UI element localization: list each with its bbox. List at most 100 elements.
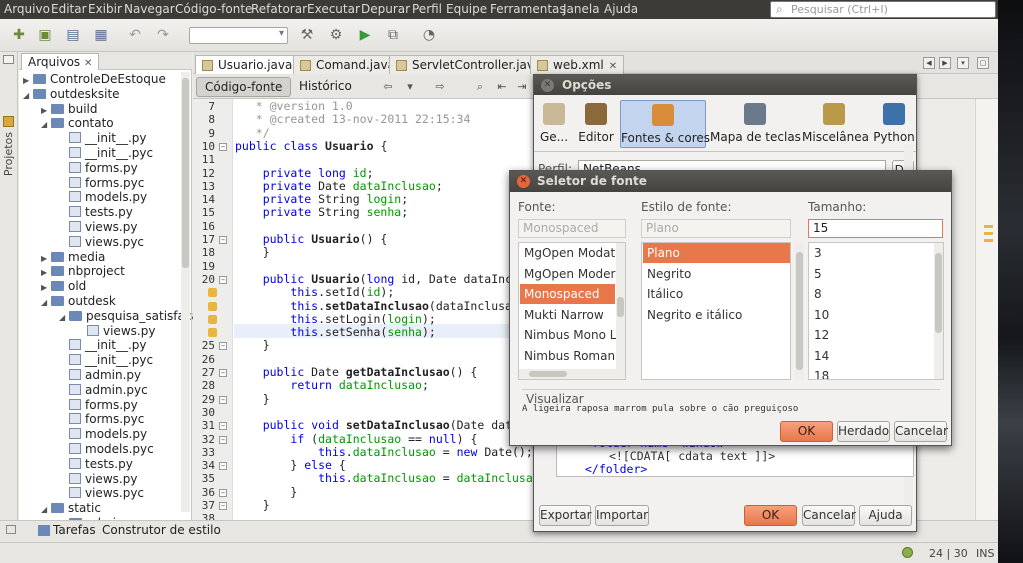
size-list-item[interactable]: 10 (810, 305, 930, 325)
tree-file[interactable]: admin.py (59, 368, 141, 383)
undo-icon[interactable]: ↶ (126, 26, 144, 44)
run-icon[interactable]: ▶ (356, 26, 374, 44)
configuration-combo[interactable] (189, 27, 288, 44)
fold-icon[interactable]: − (219, 369, 227, 377)
menu-1[interactable]: Editar (51, 2, 87, 16)
collapsed-icon[interactable]: ▶ (41, 251, 51, 266)
tree-folder[interactable]: ◢ contato (41, 116, 114, 131)
warning-icon[interactable] (208, 288, 217, 298)
dropdown-icon[interactable]: ▾ (401, 78, 419, 96)
open-project-icon[interactable]: ▤ (64, 26, 82, 44)
font-list-item[interactable]: Monospaced (520, 284, 615, 304)
show-opened-icon[interactable]: ▾ (957, 57, 969, 69)
tree-file[interactable]: models.py (59, 427, 147, 442)
tree-folder[interactable]: ◢ static (41, 501, 101, 516)
forward-icon[interactable]: ⇨ (431, 78, 449, 96)
code-editor[interactable]: 7 8 9 10−11 12 13 14 15 16 17−18 19 20−25−26 27−28 29… (193, 99, 547, 525)
profile-icon[interactable]: ◔ (420, 26, 438, 44)
save-all-icon[interactable]: ▦ (92, 26, 110, 44)
inherit-button[interactable]: Herdado (837, 421, 890, 442)
tree-file[interactable]: __init__.py (59, 131, 147, 146)
font-list-item[interactable]: MgOpen Moderna (520, 264, 625, 284)
tree-file[interactable]: __init__.pyc (59, 146, 153, 161)
expanded-icon[interactable]: ◢ (41, 117, 51, 132)
options-category[interactable]: Fontes & cores (620, 100, 710, 148)
cancel-button[interactable]: Cancelar (802, 505, 856, 526)
tree-file[interactable]: admin.pyc (59, 383, 148, 398)
error-stripe-mark[interactable] (984, 232, 993, 235)
export-button[interactable]: Exportar (539, 505, 592, 526)
clean-build-icon[interactable]: ⚙ (327, 26, 345, 44)
style-list-item[interactable]: Itálico (643, 284, 790, 304)
maximize-icon[interactable]: ▢ (977, 57, 989, 69)
tab-history[interactable]: Histórico (291, 77, 360, 97)
expanded-icon[interactable]: ◢ (41, 502, 51, 517)
menu-12[interactable]: Ajuda (604, 2, 638, 16)
size-input[interactable]: 15 (808, 219, 943, 238)
fold-icon[interactable]: − (219, 395, 227, 404)
tree-file[interactable]: forms.py (59, 161, 138, 176)
tab-files[interactable]: Arquivos ✕ (21, 53, 100, 70)
tree-file[interactable]: tests.py (59, 205, 133, 220)
size-list-item[interactable]: 12 (810, 325, 930, 345)
font-list[interactable]: Nimbus Roman No9 LNimbus Mono LMukti Nar… (518, 242, 626, 380)
font-list-item[interactable]: MgOpen Modata (520, 243, 623, 263)
error-stripe-mark[interactable] (984, 225, 993, 228)
options-category[interactable]: Python (872, 100, 916, 148)
scroll-thumb[interactable] (935, 253, 942, 333)
options-category[interactable]: Editor (577, 100, 615, 148)
tasks-tab[interactable]: Tarefas (53, 523, 96, 537)
notifications-icon[interactable] (902, 547, 913, 558)
tree-file[interactable]: views.py (59, 220, 137, 235)
expanded-icon[interactable]: ◢ (59, 310, 69, 325)
collapsed-icon[interactable]: ▶ (41, 280, 51, 295)
editor-tab[interactable]: web.xml ✕ (530, 55, 625, 74)
options-category[interactable]: Mapa de teclas (710, 100, 801, 148)
tree-folder[interactable]: ▶ ControleDeEstoque (23, 72, 166, 87)
size-list-item[interactable]: 8 (810, 284, 930, 304)
menu-3[interactable]: Navegar (124, 2, 175, 16)
font-cancel-button[interactable]: Cancelar (894, 421, 948, 442)
scroll-thumb[interactable] (529, 371, 567, 377)
fold-icon[interactable]: − (219, 422, 227, 431)
tree-file[interactable]: models.py (59, 190, 147, 205)
minimized-icon[interactable] (6, 525, 16, 534)
search-field[interactable]: ⌕ Pesquisar (Ctrl+I) (770, 1, 996, 18)
tree-folder[interactable]: ▶ media (41, 250, 105, 265)
options-category[interactable]: Miscelânea (802, 100, 869, 148)
find-prev-icon[interactable]: ⇤ (493, 78, 511, 96)
warning-icon[interactable] (208, 301, 217, 311)
tree-folder[interactable]: ▶ nbproject (41, 264, 125, 279)
scroll-thumb[interactable] (182, 78, 189, 268)
tree-file[interactable]: forms.pyc (59, 412, 144, 427)
fold-icon[interactable]: − (219, 435, 227, 444)
size-list[interactable]: 18 14 12 10 8 5 3 (808, 242, 944, 380)
warning-icon[interactable] (208, 314, 217, 324)
menu-9[interactable]: Equipe (446, 2, 487, 16)
tab-source[interactable]: Código-fonte (196, 77, 292, 97)
tree-file[interactable]: views.py (77, 324, 155, 339)
tree-file[interactable]: models.pyc (59, 442, 154, 457)
tree-file[interactable]: __init__.pyc (59, 353, 153, 368)
scroll-right-icon[interactable]: ▶ (939, 57, 951, 69)
tree-file[interactable]: views.pyc (59, 486, 144, 501)
menu-7[interactable]: Depurar (361, 2, 410, 16)
style-list-item[interactable]: Negrito e itálico (643, 305, 790, 325)
collapsed-icon[interactable]: ▶ (41, 103, 51, 118)
menu-11[interactable]: Janela (563, 2, 600, 16)
scroll-thumb[interactable] (796, 252, 803, 370)
fold-icon[interactable]: − (219, 142, 227, 151)
close-icon[interactable]: ✕ (84, 58, 92, 69)
menu-8[interactable]: Perfil (412, 2, 442, 16)
tree-file[interactable]: views.pyc (59, 235, 144, 250)
help-button[interactable]: Ajuda (859, 505, 912, 526)
redo-icon[interactable]: ↷ (154, 26, 172, 44)
ok-button[interactable]: OK (744, 505, 797, 526)
tree-folder[interactable]: ◢ outdesk (41, 294, 116, 309)
menu-4[interactable]: Código-fonte (175, 2, 252, 16)
projects-side-tab[interactable]: Projetos (2, 132, 15, 176)
collapsed-icon[interactable]: ▶ (41, 265, 51, 280)
options-category[interactable]: Ge... (537, 100, 571, 148)
close-icon[interactable]: ✕ (541, 79, 554, 92)
size-list-scrollbar[interactable] (934, 243, 943, 379)
